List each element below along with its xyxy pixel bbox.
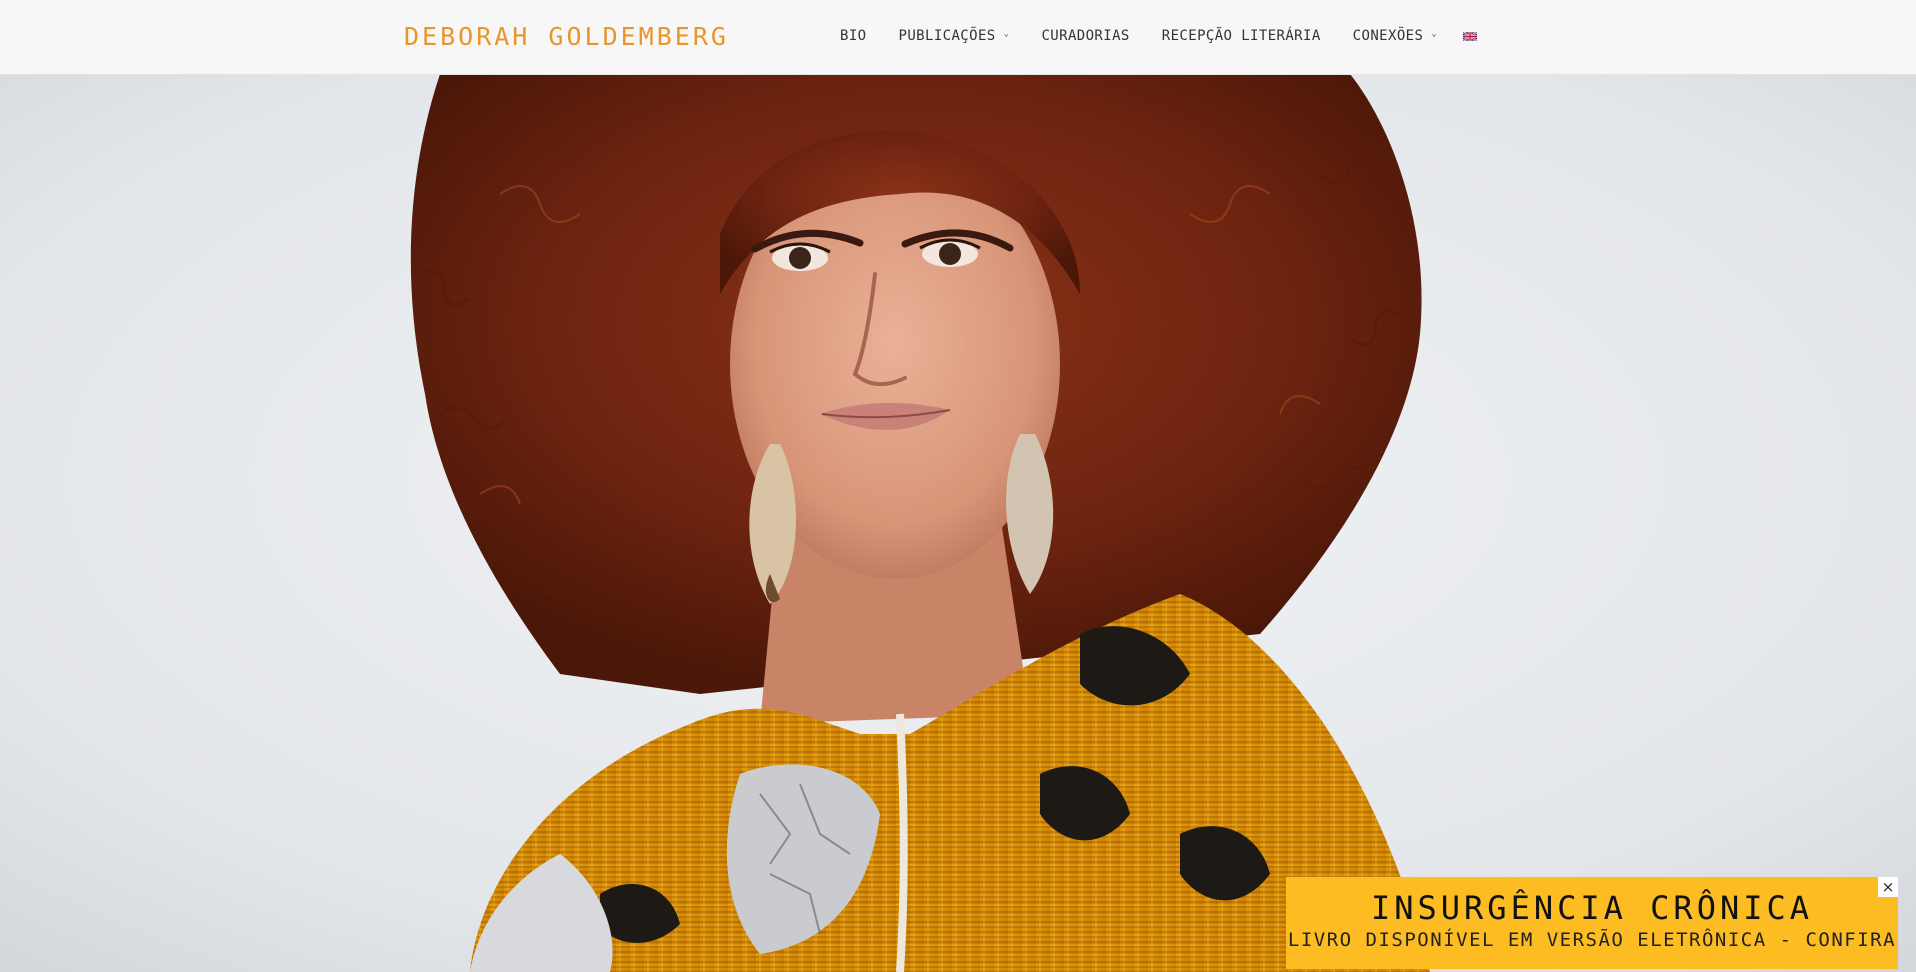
hero-portrait-image — [0, 74, 1916, 972]
nav-item-label: CONEXÕES — [1352, 28, 1424, 44]
nav-item-label: BIO — [840, 28, 867, 44]
page: DEBORAH GOLDEMBERG BIO PUBLICAÇÕES ⌄ CUR… — [0, 0, 1916, 972]
nav-item-conexoes[interactable]: CONEXÕES ⌄ — [1353, 28, 1437, 44]
nav-item-label: CURADORIAS — [1041, 28, 1130, 44]
chevron-down-icon: ⌄ — [1431, 29, 1438, 39]
nav-item-label: PUBLICAÇÕES — [898, 28, 996, 44]
site-header: DEBORAH GOLDEMBERG BIO PUBLICAÇÕES ⌄ CUR… — [0, 0, 1916, 75]
close-icon[interactable]: × — [1878, 877, 1898, 897]
nav-item-curadorias[interactable]: CURADORIAS — [1041, 28, 1129, 44]
promo-subtitle[interactable]: LIVRO DISPONÍVEL EM VERSÃO ELETRÔNICA - … — [1286, 929, 1898, 951]
nav-item-label: RECEPÇÃO LITERÁRIA — [1161, 28, 1321, 44]
nav-item-bio[interactable]: BIO — [840, 28, 867, 44]
site-logo[interactable]: DEBORAH GOLDEMBERG — [404, 22, 729, 51]
uk-flag-icon[interactable] — [1463, 31, 1478, 41]
nav-item-recepcao-literaria[interactable]: RECEPÇÃO LITERÁRIA — [1162, 28, 1321, 44]
nav-item-publicacoes[interactable]: PUBLICAÇÕES ⌄ — [899, 28, 1010, 44]
main-nav: BIO PUBLICAÇÕES ⌄ CURADORIAS RECEPÇÃO LI… — [840, 28, 1478, 44]
promo-title[interactable]: INSURGÊNCIA CRÔNICA — [1286, 891, 1898, 925]
chevron-down-icon: ⌄ — [1003, 29, 1010, 39]
promo-banner[interactable]: INSURGÊNCIA CRÔNICA LIVRO DISPONÍVEL EM … — [1286, 877, 1898, 969]
